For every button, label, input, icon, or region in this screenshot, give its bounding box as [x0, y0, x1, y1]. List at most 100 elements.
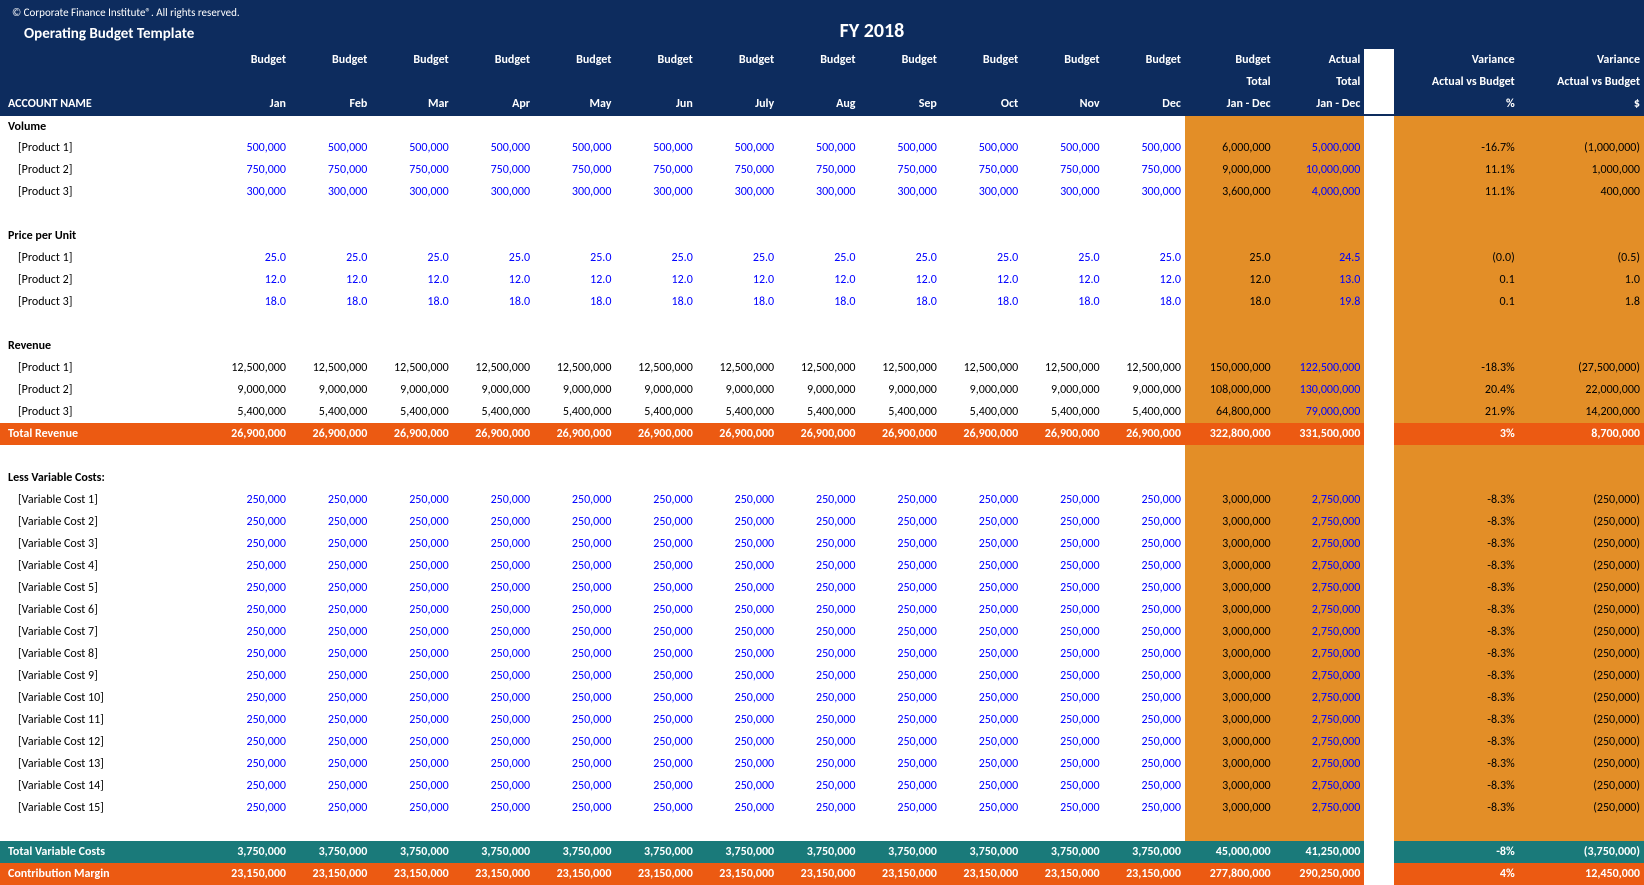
cell[interactable]: 23,150,000: [209, 863, 290, 885]
cell[interactable]: 250,000: [778, 709, 859, 731]
cell[interactable]: 250,000: [1022, 665, 1103, 687]
budget-total-cell[interactable]: 25.0: [1185, 247, 1275, 269]
cell[interactable]: 250,000: [1022, 709, 1103, 731]
cell[interactable]: 12,500,000: [1022, 357, 1103, 379]
cell[interactable]: 250,000: [697, 687, 778, 709]
cell[interactable]: 250,000: [453, 731, 534, 753]
budget-total-cell[interactable]: 64,800,000: [1185, 401, 1275, 423]
cell[interactable]: 12,500,000: [290, 357, 371, 379]
actual-total-cell[interactable]: 79,000,000: [1275, 401, 1365, 423]
cell[interactable]: 250,000: [860, 687, 941, 709]
cell[interactable]: 18.0: [941, 291, 1022, 313]
variance-amt-cell[interactable]: 22,000,000: [1519, 379, 1644, 401]
cell[interactable]: 250,000: [860, 533, 941, 555]
cell[interactable]: 250,000: [860, 511, 941, 533]
cell[interactable]: 250,000: [860, 643, 941, 665]
variance-amt-cell[interactable]: 400,000: [1519, 181, 1644, 203]
cell[interactable]: 250,000: [941, 599, 1022, 621]
actual-total-cell[interactable]: 2,750,000: [1275, 599, 1365, 621]
variance-pct-cell[interactable]: 11.1%: [1394, 181, 1519, 203]
cell[interactable]: 500,000: [860, 137, 941, 159]
cell[interactable]: 5,400,000: [1022, 401, 1103, 423]
cell[interactable]: 25.0: [778, 247, 859, 269]
variance-amt-cell[interactable]: 14,200,000: [1519, 401, 1644, 423]
cell[interactable]: 500,000: [1022, 137, 1103, 159]
cell[interactable]: 250,000: [860, 555, 941, 577]
cell[interactable]: 18.0: [290, 291, 371, 313]
cell[interactable]: 26,900,000: [209, 423, 290, 445]
variance-pct-cell[interactable]: (0.0): [1394, 247, 1519, 269]
cell[interactable]: 250,000: [615, 643, 696, 665]
cell[interactable]: 250,000: [1104, 555, 1185, 577]
variance-pct-cell[interactable]: 0.1: [1394, 269, 1519, 291]
cell[interactable]: 26,900,000: [778, 423, 859, 445]
variance-amt-cell[interactable]: (3,750,000): [1519, 841, 1644, 863]
cell[interactable]: 250,000: [209, 599, 290, 621]
cell[interactable]: 250,000: [290, 577, 371, 599]
cell[interactable]: 250,000: [371, 775, 452, 797]
cell[interactable]: 250,000: [290, 621, 371, 643]
variance-pct-cell[interactable]: 11.1%: [1394, 159, 1519, 181]
budget-total-cell[interactable]: 277,800,000: [1185, 863, 1275, 885]
cell[interactable]: 500,000: [615, 137, 696, 159]
cell[interactable]: 250,000: [534, 709, 615, 731]
cell[interactable]: 250,000: [615, 687, 696, 709]
cell[interactable]: 750,000: [941, 159, 1022, 181]
cell[interactable]: 250,000: [1022, 731, 1103, 753]
variance-amt-cell[interactable]: (250,000): [1519, 555, 1644, 577]
variance-pct-cell[interactable]: -8.3%: [1394, 709, 1519, 731]
cell[interactable]: 250,000: [615, 489, 696, 511]
cell[interactable]: 9,000,000: [697, 379, 778, 401]
cell[interactable]: 9,000,000: [453, 379, 534, 401]
cell[interactable]: 250,000: [453, 775, 534, 797]
cell[interactable]: 250,000: [290, 599, 371, 621]
budget-total-cell[interactable]: 3,000,000: [1185, 665, 1275, 687]
cell[interactable]: 250,000: [209, 687, 290, 709]
cell[interactable]: 250,000: [1022, 489, 1103, 511]
cell[interactable]: 250,000: [453, 489, 534, 511]
cell[interactable]: 250,000: [290, 665, 371, 687]
budget-total-cell[interactable]: 3,000,000: [1185, 511, 1275, 533]
cell[interactable]: 25.0: [209, 247, 290, 269]
cell[interactable]: 3,750,000: [1104, 841, 1185, 863]
cell[interactable]: 250,000: [697, 753, 778, 775]
cell[interactable]: 3,750,000: [860, 841, 941, 863]
cell[interactable]: 250,000: [453, 709, 534, 731]
cell[interactable]: 3,750,000: [697, 841, 778, 863]
variance-pct-cell[interactable]: -8.3%: [1394, 577, 1519, 599]
cell[interactable]: 12.0: [209, 269, 290, 291]
cell[interactable]: 300,000: [534, 181, 615, 203]
cell[interactable]: 250,000: [371, 687, 452, 709]
cell[interactable]: 250,000: [1022, 533, 1103, 555]
cell[interactable]: 750,000: [615, 159, 696, 181]
budget-total-cell[interactable]: 3,000,000: [1185, 577, 1275, 599]
cell[interactable]: 300,000: [697, 181, 778, 203]
budget-total-cell[interactable]: 150,000,000: [1185, 357, 1275, 379]
cell[interactable]: 250,000: [290, 533, 371, 555]
cell[interactable]: 12.0: [860, 269, 941, 291]
cell[interactable]: 9,000,000: [941, 379, 1022, 401]
cell[interactable]: 12.0: [941, 269, 1022, 291]
variance-pct-cell[interactable]: -8.3%: [1394, 731, 1519, 753]
actual-total-cell[interactable]: 41,250,000: [1275, 841, 1365, 863]
cell[interactable]: 250,000: [860, 577, 941, 599]
cell[interactable]: 250,000: [697, 797, 778, 819]
budget-total-cell[interactable]: 3,000,000: [1185, 797, 1275, 819]
cell[interactable]: 3,750,000: [290, 841, 371, 863]
variance-amt-cell[interactable]: (250,000): [1519, 533, 1644, 555]
actual-total-cell[interactable]: 19.8: [1275, 291, 1365, 313]
cell[interactable]: 250,000: [1104, 709, 1185, 731]
cell[interactable]: 250,000: [209, 665, 290, 687]
cell[interactable]: 18.0: [1022, 291, 1103, 313]
cell[interactable]: 250,000: [697, 621, 778, 643]
variance-amt-cell[interactable]: 8,700,000: [1519, 423, 1644, 445]
cell[interactable]: 250,000: [697, 643, 778, 665]
cell[interactable]: 250,000: [290, 775, 371, 797]
cell[interactable]: 250,000: [290, 731, 371, 753]
variance-pct-cell[interactable]: 0.1: [1394, 291, 1519, 313]
cell[interactable]: 250,000: [778, 731, 859, 753]
cell[interactable]: 750,000: [209, 159, 290, 181]
variance-pct-cell[interactable]: -8%: [1394, 841, 1519, 863]
cell[interactable]: 250,000: [290, 643, 371, 665]
variance-pct-cell[interactable]: -16.7%: [1394, 137, 1519, 159]
